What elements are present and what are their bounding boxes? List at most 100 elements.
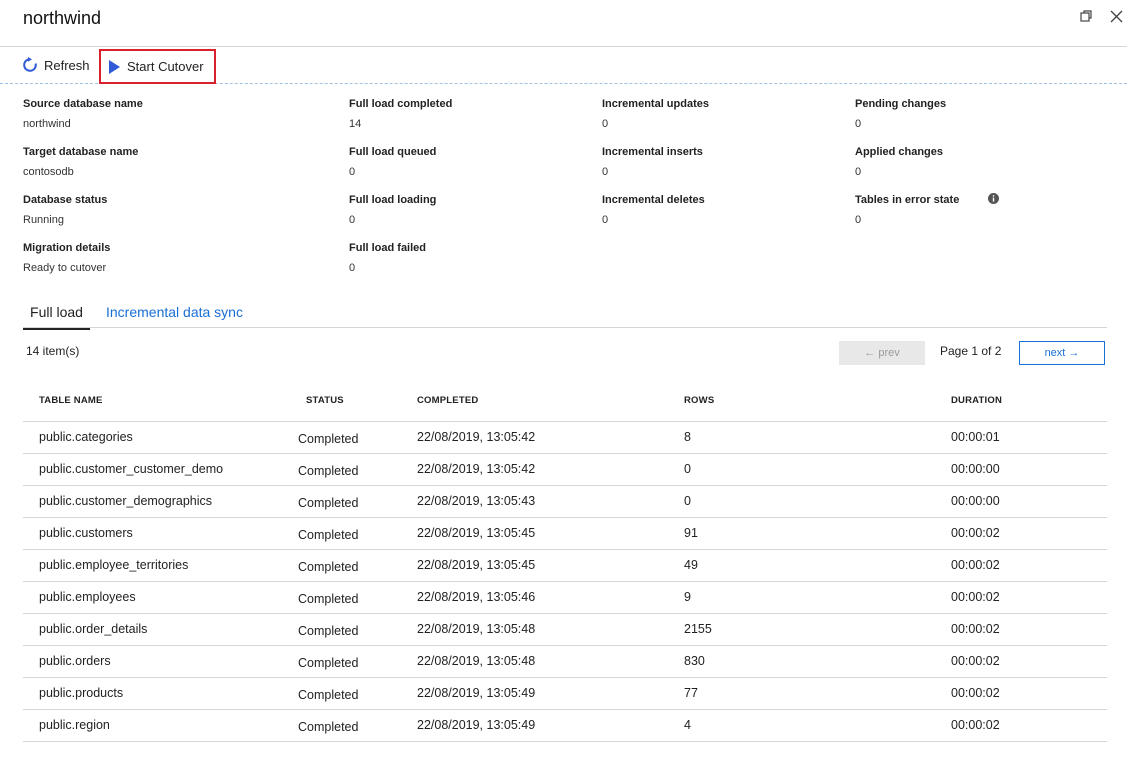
column-header-rows[interactable]: ROWS: [684, 395, 714, 406]
tab-bar: Full load Incremental data sync: [23, 300, 1107, 330]
cell-table-name: public.customers: [39, 526, 133, 540]
detail-db-status: Database status Running: [23, 193, 143, 241]
info-icon[interactable]: [988, 193, 1000, 208]
detail-value: 0: [602, 166, 609, 178]
cell-table-name: public.categories: [39, 430, 133, 444]
start-cutover-button[interactable]: Start Cutover: [99, 49, 216, 84]
detail-value: 0: [855, 118, 862, 130]
detail-full-load-loading: Full load loading 0: [349, 193, 452, 241]
detail-value: 0: [349, 166, 356, 178]
table-row[interactable]: public.orders Completed 22/08/2019, 13:0…: [23, 646, 1107, 678]
detail-value: 0: [349, 262, 356, 274]
detail-migration-details: Migration details Ready to cutover: [23, 241, 143, 289]
detail-pending-changes: Pending changes 0: [855, 97, 999, 145]
cell-table-name: public.region: [39, 718, 110, 732]
detail-incremental-deletes: Incremental deletes 0: [602, 193, 709, 241]
tab-full-load[interactable]: Full load: [23, 304, 90, 330]
detail-source-db: Source database name northwind: [23, 97, 143, 145]
cell-table-name: public.customer_customer_demo: [39, 462, 224, 476]
table-row[interactable]: public.products Completed 22/08/2019, 13…: [23, 678, 1107, 710]
detail-label: Source database name: [23, 98, 143, 110]
table-row[interactable]: public.region Completed 22/08/2019, 13:0…: [23, 710, 1107, 742]
cell-completed: 22/08/2019, 13:05:42: [417, 462, 536, 476]
table-row[interactable]: public.employee_territories Completed 22…: [23, 550, 1107, 582]
column-header-status[interactable]: STATUS: [306, 395, 344, 406]
restore-icon[interactable]: [1080, 10, 1094, 24]
cell-table-name: public.employee_territories: [39, 558, 189, 572]
cell-completed: 22/08/2019, 13:05:49: [417, 686, 536, 700]
prev-page-button[interactable]: ← prev: [839, 341, 925, 365]
cell-rows: 830: [684, 654, 705, 668]
detail-label: Migration details: [23, 242, 111, 254]
table-body: public.categories Completed 22/08/2019, …: [23, 422, 1107, 742]
play-icon: [109, 59, 120, 74]
cell-completed: 22/08/2019, 13:05:48: [417, 622, 536, 636]
cell-duration: 00:00:02: [951, 686, 1000, 700]
table-row[interactable]: public.customer_demographics Completed 2…: [23, 486, 1107, 518]
refresh-icon: [23, 57, 37, 72]
close-icon[interactable]: [1110, 10, 1124, 24]
cell-completed: 22/08/2019, 13:05:46: [417, 590, 536, 604]
cell-duration: 00:00:02: [951, 622, 1000, 636]
refresh-button[interactable]: Refresh: [22, 47, 90, 83]
detail-incremental-inserts: Incremental inserts 0: [602, 145, 709, 193]
table-row[interactable]: public.order_details Completed 22/08/201…: [23, 614, 1107, 646]
next-page-button[interactable]: next →: [1019, 341, 1105, 365]
cell-table-name: public.employees: [39, 590, 136, 604]
detail-label: Applied changes: [855, 146, 944, 158]
detail-label: Database status: [23, 194, 108, 206]
detail-value: Ready to cutover: [23, 262, 107, 274]
cell-status: Completed: [298, 432, 359, 446]
detail-label: Incremental inserts: [602, 146, 703, 158]
detail-full-load-queued: Full load queued 0: [349, 145, 452, 193]
cell-completed: 22/08/2019, 13:05:45: [417, 558, 536, 572]
detail-tables-in-error: Tables in error state 0: [855, 193, 1000, 241]
cell-duration: 00:00:02: [951, 654, 1000, 668]
detail-applied-changes: Applied changes 0: [855, 145, 999, 193]
cell-duration: 00:00:02: [951, 558, 1000, 572]
cell-rows: 4: [684, 718, 691, 732]
cell-completed: 22/08/2019, 13:05:48: [417, 654, 536, 668]
items-count: 14 item(s): [26, 344, 80, 358]
column-header-duration[interactable]: DURATION: [951, 395, 1002, 406]
column-header-completed[interactable]: COMPLETED: [417, 395, 478, 406]
cell-status: Completed: [298, 688, 359, 702]
column-header-table-name[interactable]: TABLE NAME: [39, 395, 103, 406]
detail-label-row: Tables in error state: [855, 193, 1000, 213]
cell-rows: 91: [684, 526, 698, 540]
refresh-label: Refresh: [44, 57, 90, 73]
table-header: TABLE NAME STATUS COMPLETED ROWS DURATIO…: [23, 388, 1107, 422]
detail-value: 0: [602, 214, 609, 226]
detail-label: Pending changes: [855, 98, 947, 110]
cell-rows: 49: [684, 558, 698, 572]
cell-completed: 22/08/2019, 13:05:43: [417, 494, 536, 508]
detail-label: Tables in error state: [855, 194, 960, 206]
detail-value: Running: [23, 214, 64, 226]
cell-table-name: public.customer_demographics: [39, 494, 213, 508]
detail-label: Incremental deletes: [602, 194, 705, 206]
cell-table-name: public.products: [39, 686, 124, 700]
detail-value: northwind: [23, 118, 71, 130]
table-row[interactable]: public.categories Completed 22/08/2019, …: [23, 422, 1107, 454]
cell-status: Completed: [298, 528, 359, 542]
detail-value: 0: [855, 166, 862, 178]
detail-value: 14: [349, 118, 362, 130]
tab-incremental-data-sync[interactable]: Incremental data sync: [106, 304, 243, 325]
cell-duration: 00:00:00: [951, 462, 1000, 476]
cell-rows: 77: [684, 686, 698, 700]
details-column-incremental: Incremental updates 0 Incremental insert…: [602, 97, 709, 241]
cell-status: Completed: [298, 624, 359, 638]
cell-table-name: public.order_details: [39, 622, 148, 636]
table-row[interactable]: public.customer_customer_demo Completed …: [23, 454, 1107, 486]
cell-completed: 22/08/2019, 13:05:45: [417, 526, 536, 540]
cell-status: Completed: [298, 560, 359, 574]
toolbar: Refresh Start Cutover: [0, 47, 1127, 84]
cell-status: Completed: [298, 592, 359, 606]
cell-completed: 22/08/2019, 13:05:49: [417, 718, 536, 732]
cell-status: Completed: [298, 720, 359, 734]
detail-label: Target database name: [23, 146, 139, 158]
table-row[interactable]: public.customers Completed 22/08/2019, 1…: [23, 518, 1107, 550]
cell-duration: 00:00:02: [951, 590, 1000, 604]
cell-rows: 2155: [684, 622, 712, 636]
table-row[interactable]: public.employees Completed 22/08/2019, 1…: [23, 582, 1107, 614]
